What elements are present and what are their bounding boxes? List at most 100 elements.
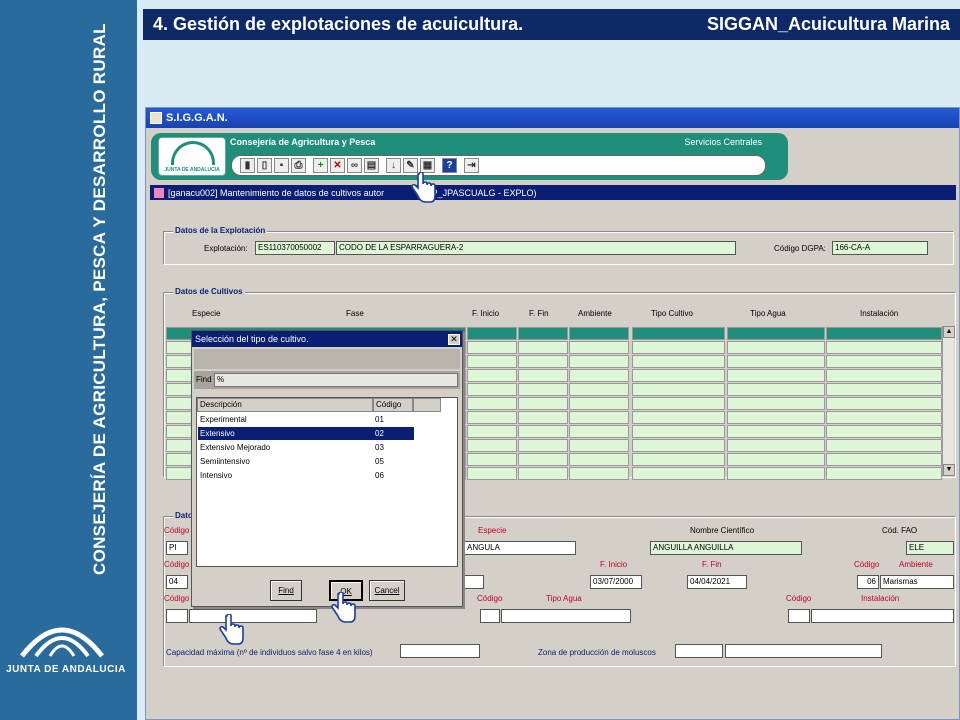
grid-cell[interactable] bbox=[467, 355, 517, 368]
help-icon[interactable]: ? bbox=[442, 158, 457, 173]
grid-cell[interactable] bbox=[727, 453, 825, 466]
grid-cell[interactable] bbox=[467, 327, 517, 340]
scroll-up-icon[interactable]: ▲ bbox=[943, 326, 955, 338]
grid-cell[interactable] bbox=[518, 341, 568, 354]
grid-cell[interactable] bbox=[826, 411, 942, 424]
grid-cell[interactable] bbox=[518, 453, 568, 466]
add-icon[interactable]: + bbox=[313, 158, 328, 173]
explotacion-code-field[interactable]: ES110370050002 bbox=[255, 241, 335, 255]
tipo-cultivo-code-field[interactable] bbox=[166, 609, 188, 623]
grid-cell[interactable] bbox=[518, 355, 568, 368]
grid-cell[interactable] bbox=[467, 411, 517, 424]
grid-cell[interactable] bbox=[632, 341, 725, 354]
grid-cell[interactable] bbox=[518, 439, 568, 452]
f-inicio-field[interactable]: 03/07/2000 bbox=[590, 575, 642, 589]
close-icon[interactable]: ✕ bbox=[448, 333, 460, 345]
instalacion-code-field[interactable] bbox=[788, 609, 810, 623]
grid-cell[interactable] bbox=[826, 341, 942, 354]
grid-cell[interactable] bbox=[569, 397, 629, 410]
grid-cell[interactable] bbox=[569, 453, 629, 466]
nombre-cientifico-field[interactable]: ANGUILLA ANGUILLA bbox=[650, 541, 802, 555]
save-icon[interactable]: ▮ bbox=[240, 158, 255, 173]
fase-code-field[interactable]: 04 bbox=[166, 575, 188, 589]
grid-cell[interactable] bbox=[826, 383, 942, 396]
grid-cell[interactable] bbox=[727, 327, 825, 340]
grid-cell[interactable] bbox=[826, 355, 942, 368]
especie-code-field[interactable]: PI bbox=[166, 541, 188, 555]
zona-field[interactable] bbox=[725, 644, 882, 658]
especie-field[interactable]: ANGULA bbox=[464, 541, 576, 555]
fase-field[interactable] bbox=[464, 575, 484, 589]
grid-cell[interactable] bbox=[727, 369, 825, 382]
grid-cell[interactable] bbox=[727, 341, 825, 354]
grid-cell[interactable] bbox=[727, 397, 825, 410]
ambiente-code-field[interactable]: 06 bbox=[857, 575, 879, 589]
grid-cell[interactable] bbox=[467, 453, 517, 466]
grid-cell[interactable] bbox=[569, 411, 629, 424]
grid-cell[interactable] bbox=[467, 425, 517, 438]
clear-icon[interactable]: ▯ bbox=[257, 158, 272, 173]
grid-cell[interactable] bbox=[632, 355, 725, 368]
delete-icon[interactable]: ✕ bbox=[330, 158, 345, 173]
instalacion-field[interactable] bbox=[811, 609, 954, 623]
capacidad-field[interactable] bbox=[400, 644, 480, 658]
grid-cell[interactable] bbox=[569, 425, 629, 438]
grid-cell[interactable] bbox=[826, 453, 942, 466]
grid-cell[interactable] bbox=[569, 369, 629, 382]
grid-cell[interactable] bbox=[467, 369, 517, 382]
grid-cell[interactable] bbox=[727, 383, 825, 396]
cancel-button[interactable]: Cancel bbox=[369, 580, 405, 601]
grid-cell[interactable] bbox=[826, 369, 942, 382]
download-icon[interactable]: ↓ bbox=[386, 158, 401, 173]
edit-icon[interactable]: ✎ bbox=[403, 158, 418, 173]
grid-cell[interactable] bbox=[632, 397, 725, 410]
grid-cell[interactable] bbox=[826, 397, 942, 410]
grid-cell[interactable] bbox=[569, 355, 629, 368]
grid-cell[interactable] bbox=[632, 425, 725, 438]
grid-cell[interactable] bbox=[826, 327, 942, 340]
grid-cell[interactable] bbox=[826, 439, 942, 452]
find-input[interactable]: % bbox=[214, 373, 458, 387]
list-item[interactable]: Extensivo 02 bbox=[198, 427, 414, 440]
grid-cell[interactable] bbox=[467, 439, 517, 452]
binoculars-icon[interactable]: ∞ bbox=[347, 158, 362, 173]
tipo-agua-field[interactable] bbox=[501, 609, 631, 623]
list-item[interactable]: Semiintensivo 05 bbox=[198, 455, 414, 468]
report-icon[interactable]: ▦ bbox=[420, 158, 435, 173]
grid-cell[interactable] bbox=[727, 411, 825, 424]
list-item[interactable]: Extensivo Mejorado 03 bbox=[198, 441, 414, 454]
grid-cell[interactable] bbox=[518, 369, 568, 382]
grid-cell[interactable] bbox=[632, 467, 725, 480]
find-button[interactable]: Find bbox=[270, 580, 302, 601]
tipo-agua-code-field[interactable] bbox=[480, 609, 500, 623]
grid-scrollbar[interactable]: ▲ ▼ bbox=[942, 326, 955, 476]
grid-cell[interactable] bbox=[467, 467, 517, 480]
grid-cell[interactable] bbox=[727, 467, 825, 480]
grid-cell[interactable] bbox=[632, 453, 725, 466]
grid-cell[interactable] bbox=[518, 383, 568, 396]
grid-cell[interactable] bbox=[518, 425, 568, 438]
grid-cell[interactable] bbox=[467, 341, 517, 354]
grid-cell[interactable] bbox=[569, 467, 629, 480]
grid-cell[interactable] bbox=[727, 355, 825, 368]
list-item[interactable]: Intensivo 06 bbox=[198, 469, 414, 482]
grid-cell[interactable] bbox=[518, 327, 568, 340]
grid-cell[interactable] bbox=[518, 411, 568, 424]
f-fin-field[interactable]: 04/04/2021 bbox=[687, 575, 747, 589]
query-icon[interactable]: ▤ bbox=[364, 158, 379, 173]
grid-cell[interactable] bbox=[569, 383, 629, 396]
floppy-icon[interactable]: ▪ bbox=[274, 158, 289, 173]
grid-cell[interactable] bbox=[569, 439, 629, 452]
grid-cell[interactable] bbox=[518, 397, 568, 410]
dgpa-field[interactable]: 166-CA-A bbox=[832, 241, 928, 255]
grid-cell[interactable] bbox=[632, 327, 725, 340]
grid-cell[interactable] bbox=[467, 383, 517, 396]
grid-cell[interactable] bbox=[727, 439, 825, 452]
grid-cell[interactable] bbox=[632, 411, 725, 424]
zona-code-field[interactable] bbox=[675, 644, 723, 658]
ambiente-field[interactable]: Marismas bbox=[880, 575, 954, 589]
grid-cell[interactable] bbox=[632, 439, 725, 452]
grid-cell[interactable] bbox=[569, 327, 629, 340]
grid-cell[interactable] bbox=[632, 383, 725, 396]
list-item[interactable]: Experimental 01 bbox=[198, 413, 414, 426]
